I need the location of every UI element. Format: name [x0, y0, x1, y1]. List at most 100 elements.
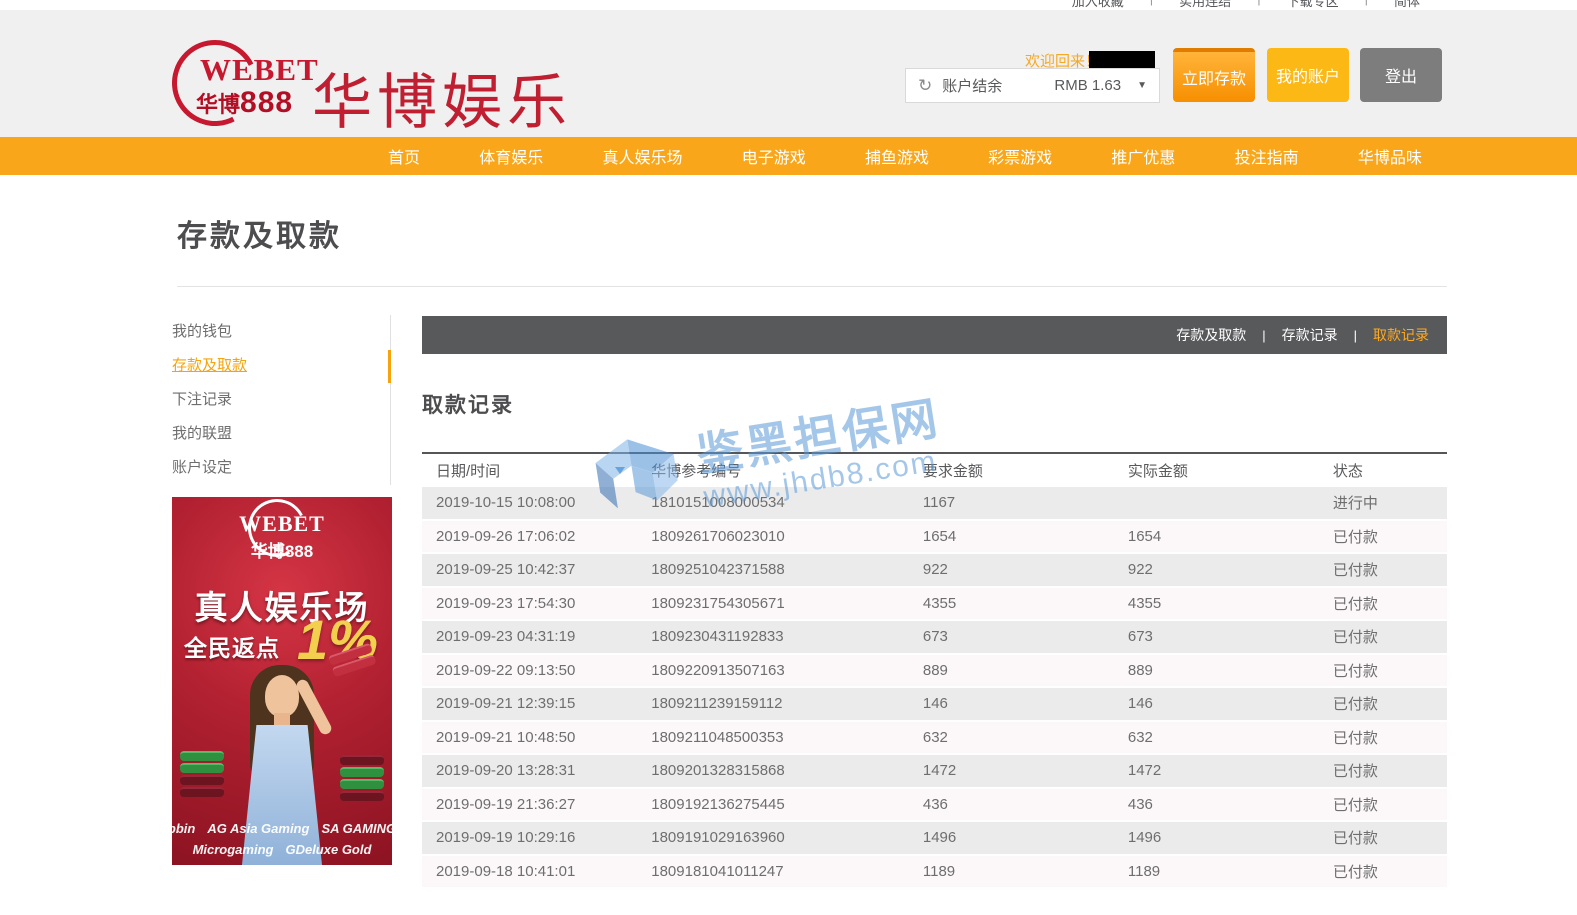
- nav-item[interactable]: 首页: [388, 144, 420, 168]
- table-cell: 1496: [1114, 829, 1319, 846]
- table-cell: 已付款: [1319, 626, 1447, 647]
- balance-box[interactable]: ↻ 账户结余 RMB 1.63 ▼: [905, 68, 1160, 103]
- chevron-down-icon[interactable]: ▼: [1137, 80, 1147, 91]
- table-row: 2019-09-26 17:06:02180926170602301016541…: [422, 521, 1447, 555]
- nav-item[interactable]: 投注指南: [1235, 144, 1299, 168]
- header-date[interactable]: 日期/时间: [422, 460, 637, 481]
- table-cell: 已付款: [1319, 861, 1447, 882]
- logo-site-name: 华博娱乐: [312, 54, 572, 141]
- table-cell: 632: [909, 729, 1114, 746]
- table-cell: 673: [909, 628, 1114, 645]
- table-row: 2019-09-22 09:13:50180922091350716388988…: [422, 655, 1447, 689]
- table-cell: 146: [909, 695, 1114, 712]
- banner-provider-logos: bbinAG Asia GamingSA GAMING MicrogamingG…: [172, 815, 392, 857]
- my-account-button[interactable]: 我的账户: [1267, 48, 1349, 102]
- record-tab[interactable]: 存款及取款: [1176, 325, 1246, 345]
- nav-item[interactable]: 彩票游戏: [988, 144, 1052, 168]
- table-row: 2019-10-15 10:08:0018101510080005341167进…: [422, 487, 1447, 521]
- sidebar-item[interactable]: 我的联盟: [172, 417, 390, 451]
- banner-subline: 全民返点: [184, 629, 280, 663]
- table-row: 2019-09-19 10:29:16180919102916396014961…: [422, 822, 1447, 856]
- table-cell: 2019-09-23 04:31:19: [422, 628, 637, 645]
- table-cell: 1189: [1114, 863, 1319, 880]
- header-reference[interactable]: 华博参考编号: [637, 460, 909, 481]
- nav-item[interactable]: 推广优惠: [1111, 144, 1175, 168]
- topbar-link[interactable]: 加入收藏: [1072, 0, 1124, 10]
- nav-item[interactable]: 电子游戏: [742, 144, 806, 168]
- table-cell: 2019-09-19 10:29:16: [422, 829, 637, 846]
- banner-brand-text: WEBET: [172, 511, 392, 537]
- sidebar-active-indicator: [388, 350, 391, 383]
- balance-label: 账户结余: [942, 75, 1002, 96]
- deposit-button[interactable]: 立即存款: [1173, 48, 1255, 102]
- table-cell: 1810151008000534: [637, 494, 909, 511]
- table-row: 2019-09-21 12:39:15180921123915911214614…: [422, 688, 1447, 722]
- table-cell: 4355: [909, 595, 1114, 612]
- topbar-link[interactable]: 简体: [1394, 0, 1420, 10]
- poker-chips-right: [340, 753, 384, 801]
- provider-logo: AG Asia Gaming: [207, 821, 309, 836]
- table-cell: 146: [1114, 695, 1319, 712]
- table-cell: 1809192136275445: [637, 796, 909, 813]
- table-cell: 2019-09-23 17:54:30: [422, 595, 637, 612]
- topbar-separator: |: [1365, 0, 1368, 10]
- table-cell: 已付款: [1319, 693, 1447, 714]
- header-requested-amount[interactable]: 要求金额: [909, 460, 1114, 481]
- header-status[interactable]: 状态: [1319, 460, 1447, 481]
- sidebar-border: [390, 315, 391, 485]
- promo-banner[interactable]: WEBET 华博888 真人娱乐场 全民返点 1% bbinAG Asia Ga…: [172, 497, 392, 865]
- banner-brand-sub: 华博888: [172, 537, 392, 562]
- table-cell: 已付款: [1319, 660, 1447, 681]
- sidebar-item[interactable]: 存款及取款: [172, 349, 390, 383]
- brand-logo[interactable]: WEBET 华博888 华博娱乐: [170, 28, 590, 128]
- sidebar: 我的钱包存款及取款下注记录我的联盟账户设定: [172, 315, 390, 485]
- table-cell: 已付款: [1319, 727, 1447, 748]
- table-cell: 2019-09-26 17:06:02: [422, 528, 637, 545]
- username-redacted: [1089, 51, 1155, 68]
- balance-value: RMB 1.63: [1054, 77, 1121, 94]
- table-cell: 436: [909, 796, 1114, 813]
- sidebar-item[interactable]: 我的钱包: [172, 315, 390, 349]
- provider-logo: GDeluxe Gold: [285, 842, 371, 857]
- sidebar-item[interactable]: 下注记录: [172, 383, 390, 417]
- sort-desc-icon[interactable]: [615, 467, 625, 474]
- table-cell: 1809231754305671: [637, 595, 909, 612]
- record-tab[interactable]: 取款记录: [1373, 325, 1429, 345]
- table-row: 2019-09-23 17:54:30180923175430567143554…: [422, 588, 1447, 622]
- sidebar-item[interactable]: 账户设定: [172, 451, 390, 485]
- topbar: 加入收藏|实用连结|下载专区|简体: [0, 0, 1577, 10]
- logo-brand-text: WEBET: [200, 52, 319, 88]
- table-cell: 1472: [1114, 762, 1319, 779]
- nav-item[interactable]: 体育娱乐: [479, 144, 543, 168]
- model-face: [265, 675, 299, 717]
- table-body: 2019-10-15 10:08:0018101510080005341167进…: [422, 487, 1447, 889]
- nav-item[interactable]: 真人娱乐场: [602, 144, 682, 168]
- nav-item[interactable]: 华博品味: [1358, 144, 1422, 168]
- table-cell: 1809191029163960: [637, 829, 909, 846]
- title-divider: [177, 286, 1447, 287]
- topbar-link[interactable]: 实用连结: [1179, 0, 1231, 10]
- table-cell: 1472: [909, 762, 1114, 779]
- table-cell: 1496: [909, 829, 1114, 846]
- table-cell: 1809211239159112: [637, 695, 909, 712]
- record-tab[interactable]: 存款记录: [1282, 325, 1338, 345]
- topbar-link[interactable]: 下载专区: [1287, 0, 1339, 10]
- banner-logos-row2: MicrogamingGDeluxe Gold: [172, 842, 392, 857]
- table-cell: 632: [1114, 729, 1319, 746]
- table-cell: 1809230431192833: [637, 628, 909, 645]
- header-actual-amount[interactable]: 实际金额: [1114, 460, 1319, 481]
- table-cell: 2019-09-18 10:41:01: [422, 863, 637, 880]
- table-cell: 1189: [909, 863, 1114, 880]
- refresh-icon[interactable]: ↻: [918, 76, 932, 96]
- banner-logo: WEBET 华博888: [172, 511, 392, 562]
- table-cell: 已付款: [1319, 526, 1447, 547]
- logout-button[interactable]: 登出: [1360, 48, 1442, 102]
- page-title: 存款及取款: [177, 211, 342, 255]
- table-cell: 已付款: [1319, 760, 1447, 781]
- nav-item[interactable]: 捕鱼游戏: [865, 144, 929, 168]
- table-cell: 1809251042371588: [637, 561, 909, 578]
- tab-separator: |: [1354, 328, 1357, 343]
- main-nav-items: 首页 体育娱乐 真人娱乐场 电子游戏 捕鱼游戏 彩票游戏 推广优惠 投注指南 华博品味: [388, 137, 1422, 175]
- table-cell: 1809201328315868: [637, 762, 909, 779]
- table-cell: 436: [1114, 796, 1319, 813]
